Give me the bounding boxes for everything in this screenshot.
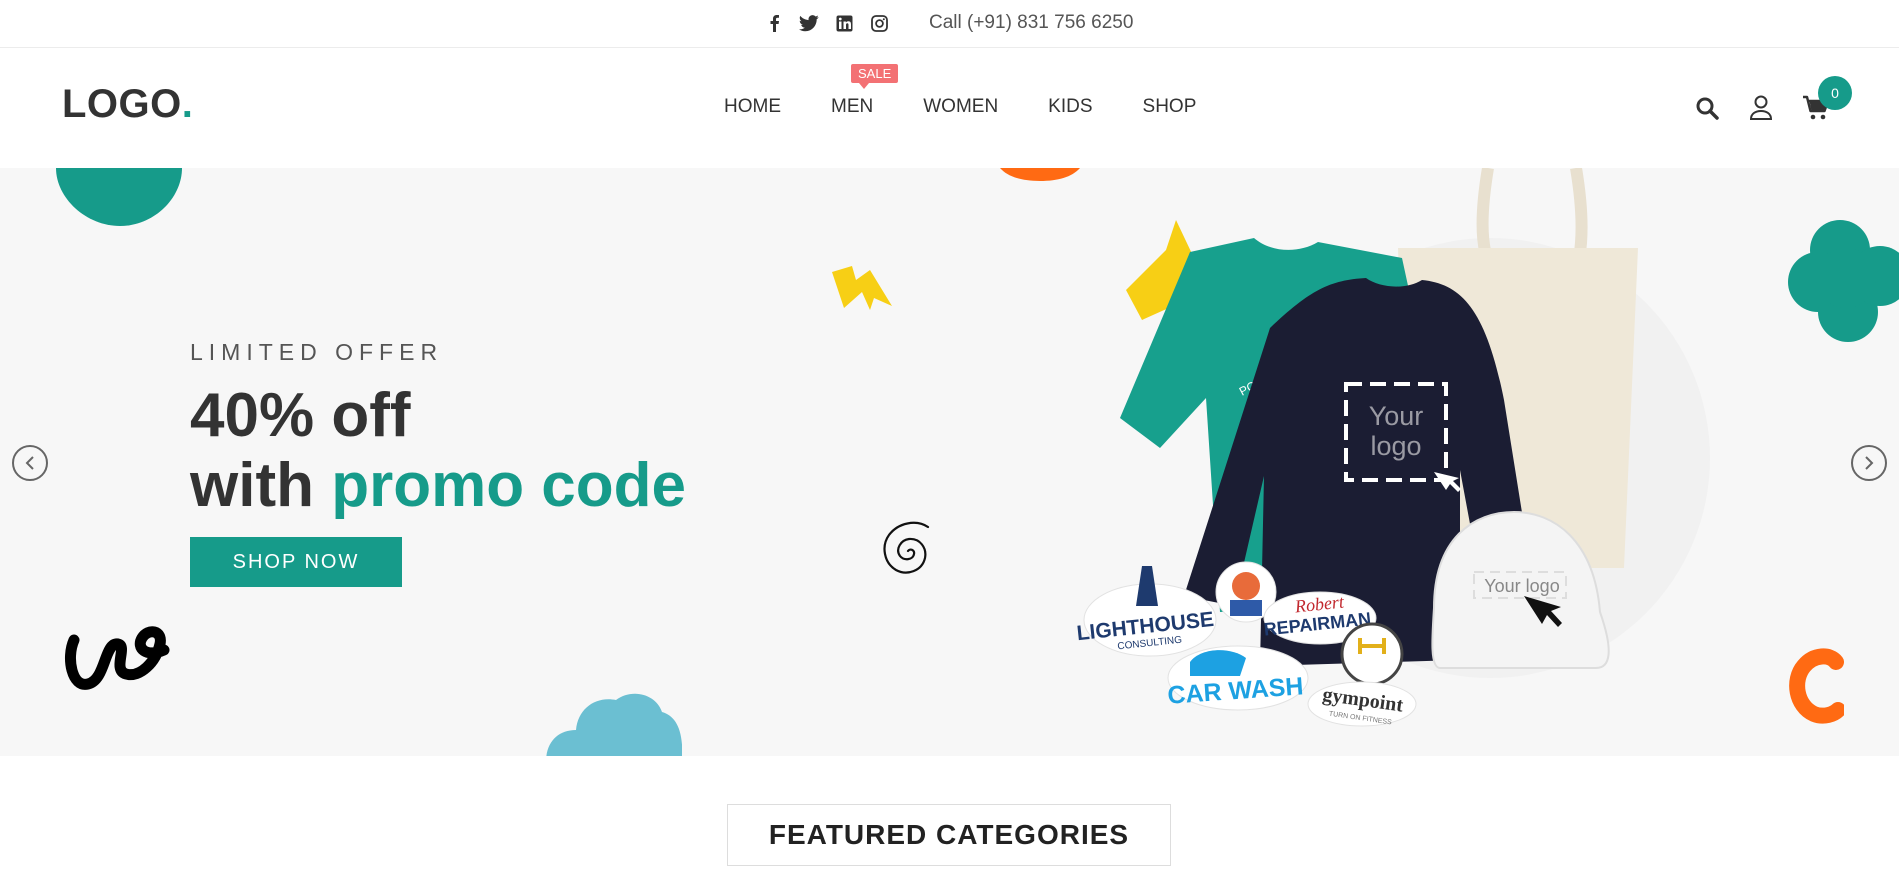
facebook-icon[interactable] — [764, 13, 784, 33]
twitter-icon[interactable] — [799, 13, 819, 33]
hero-product-image: POWERUP Your logo Your logo LIGHTHOUSE C… — [1076, 168, 1710, 727]
logo-dot: . — [181, 82, 194, 126]
nav-item-home[interactable]: HOME — [724, 96, 781, 118]
user-icon[interactable] — [1746, 93, 1776, 123]
prev-slide-button[interactable] — [12, 445, 48, 481]
hero-headline: 40% off with promo code — [190, 381, 686, 521]
squiggle-decoration — [65, 626, 170, 690]
blue-cloud-decoration — [546, 693, 682, 756]
nav-item-men[interactable]: SALE MEN — [831, 64, 899, 118]
social-links — [764, 13, 889, 33]
teal-blob-decoration — [56, 168, 182, 226]
orange-blob-decoration — [1000, 168, 1080, 181]
instagram-icon[interactable] — [869, 13, 889, 33]
nav-label: WOMEN — [923, 96, 999, 117]
headline-prefix: with — [190, 451, 332, 520]
cap-logo: Your logo — [1484, 576, 1559, 596]
headline-accent: promo code — [331, 451, 687, 520]
nav-item-kids[interactable]: KIDS — [1048, 96, 1092, 118]
site-logo[interactable]: LOGO. — [62, 82, 193, 127]
headline-line-2: with promo code — [190, 451, 686, 521]
spiral-decoration — [883, 521, 930, 574]
nav-label: HOME — [724, 96, 781, 117]
shop-now-button[interactable]: SHOP NOW — [190, 537, 402, 587]
sale-badge: SALE — [851, 64, 899, 89]
lightning-decoration — [832, 266, 892, 310]
orange-c-decoration — [1789, 648, 1844, 724]
search-icon[interactable] — [1692, 93, 1722, 123]
nav-item-shop[interactable]: SHOP — [1143, 96, 1197, 118]
featured-categories-heading: FEATURED CATEGORIES — [727, 804, 1171, 866]
headline-line-1: 40% off — [190, 381, 411, 450]
main-nav: HOME SALE MEN WOMEN KIDS SHOP — [724, 64, 1246, 118]
contact-phone[interactable]: Call (+91) 831 756 6250 — [929, 12, 1133, 34]
chevron-left-icon — [25, 456, 34, 470]
sweater-logo-line-2: logo — [1370, 431, 1421, 461]
logo-text: LOGO — [62, 82, 182, 126]
hero-eyebrow: LIMITED OFFER — [190, 339, 444, 365]
chevron-right-icon — [1865, 456, 1874, 470]
nav-label: MEN — [831, 96, 874, 117]
nav-label: KIDS — [1048, 96, 1093, 117]
linkedin-icon[interactable] — [834, 13, 854, 33]
nav-label: SHOP — [1142, 96, 1197, 117]
teal-flower-decoration — [1788, 220, 1899, 342]
site-header: LOGO. HOME SALE MEN WOMEN KIDS SHOP — [0, 48, 1899, 168]
sweater-logo-line-1: Your — [1369, 401, 1424, 431]
next-slide-button[interactable] — [1851, 445, 1887, 481]
top-bar: Call (+91) 831 756 6250 — [0, 0, 1899, 48]
hero-banner: LIMITED OFFER 40% off with promo code SH… — [0, 168, 1899, 756]
nav-item-women[interactable]: WOMEN — [923, 96, 998, 118]
cart-count-badge: 0 — [1818, 76, 1852, 110]
